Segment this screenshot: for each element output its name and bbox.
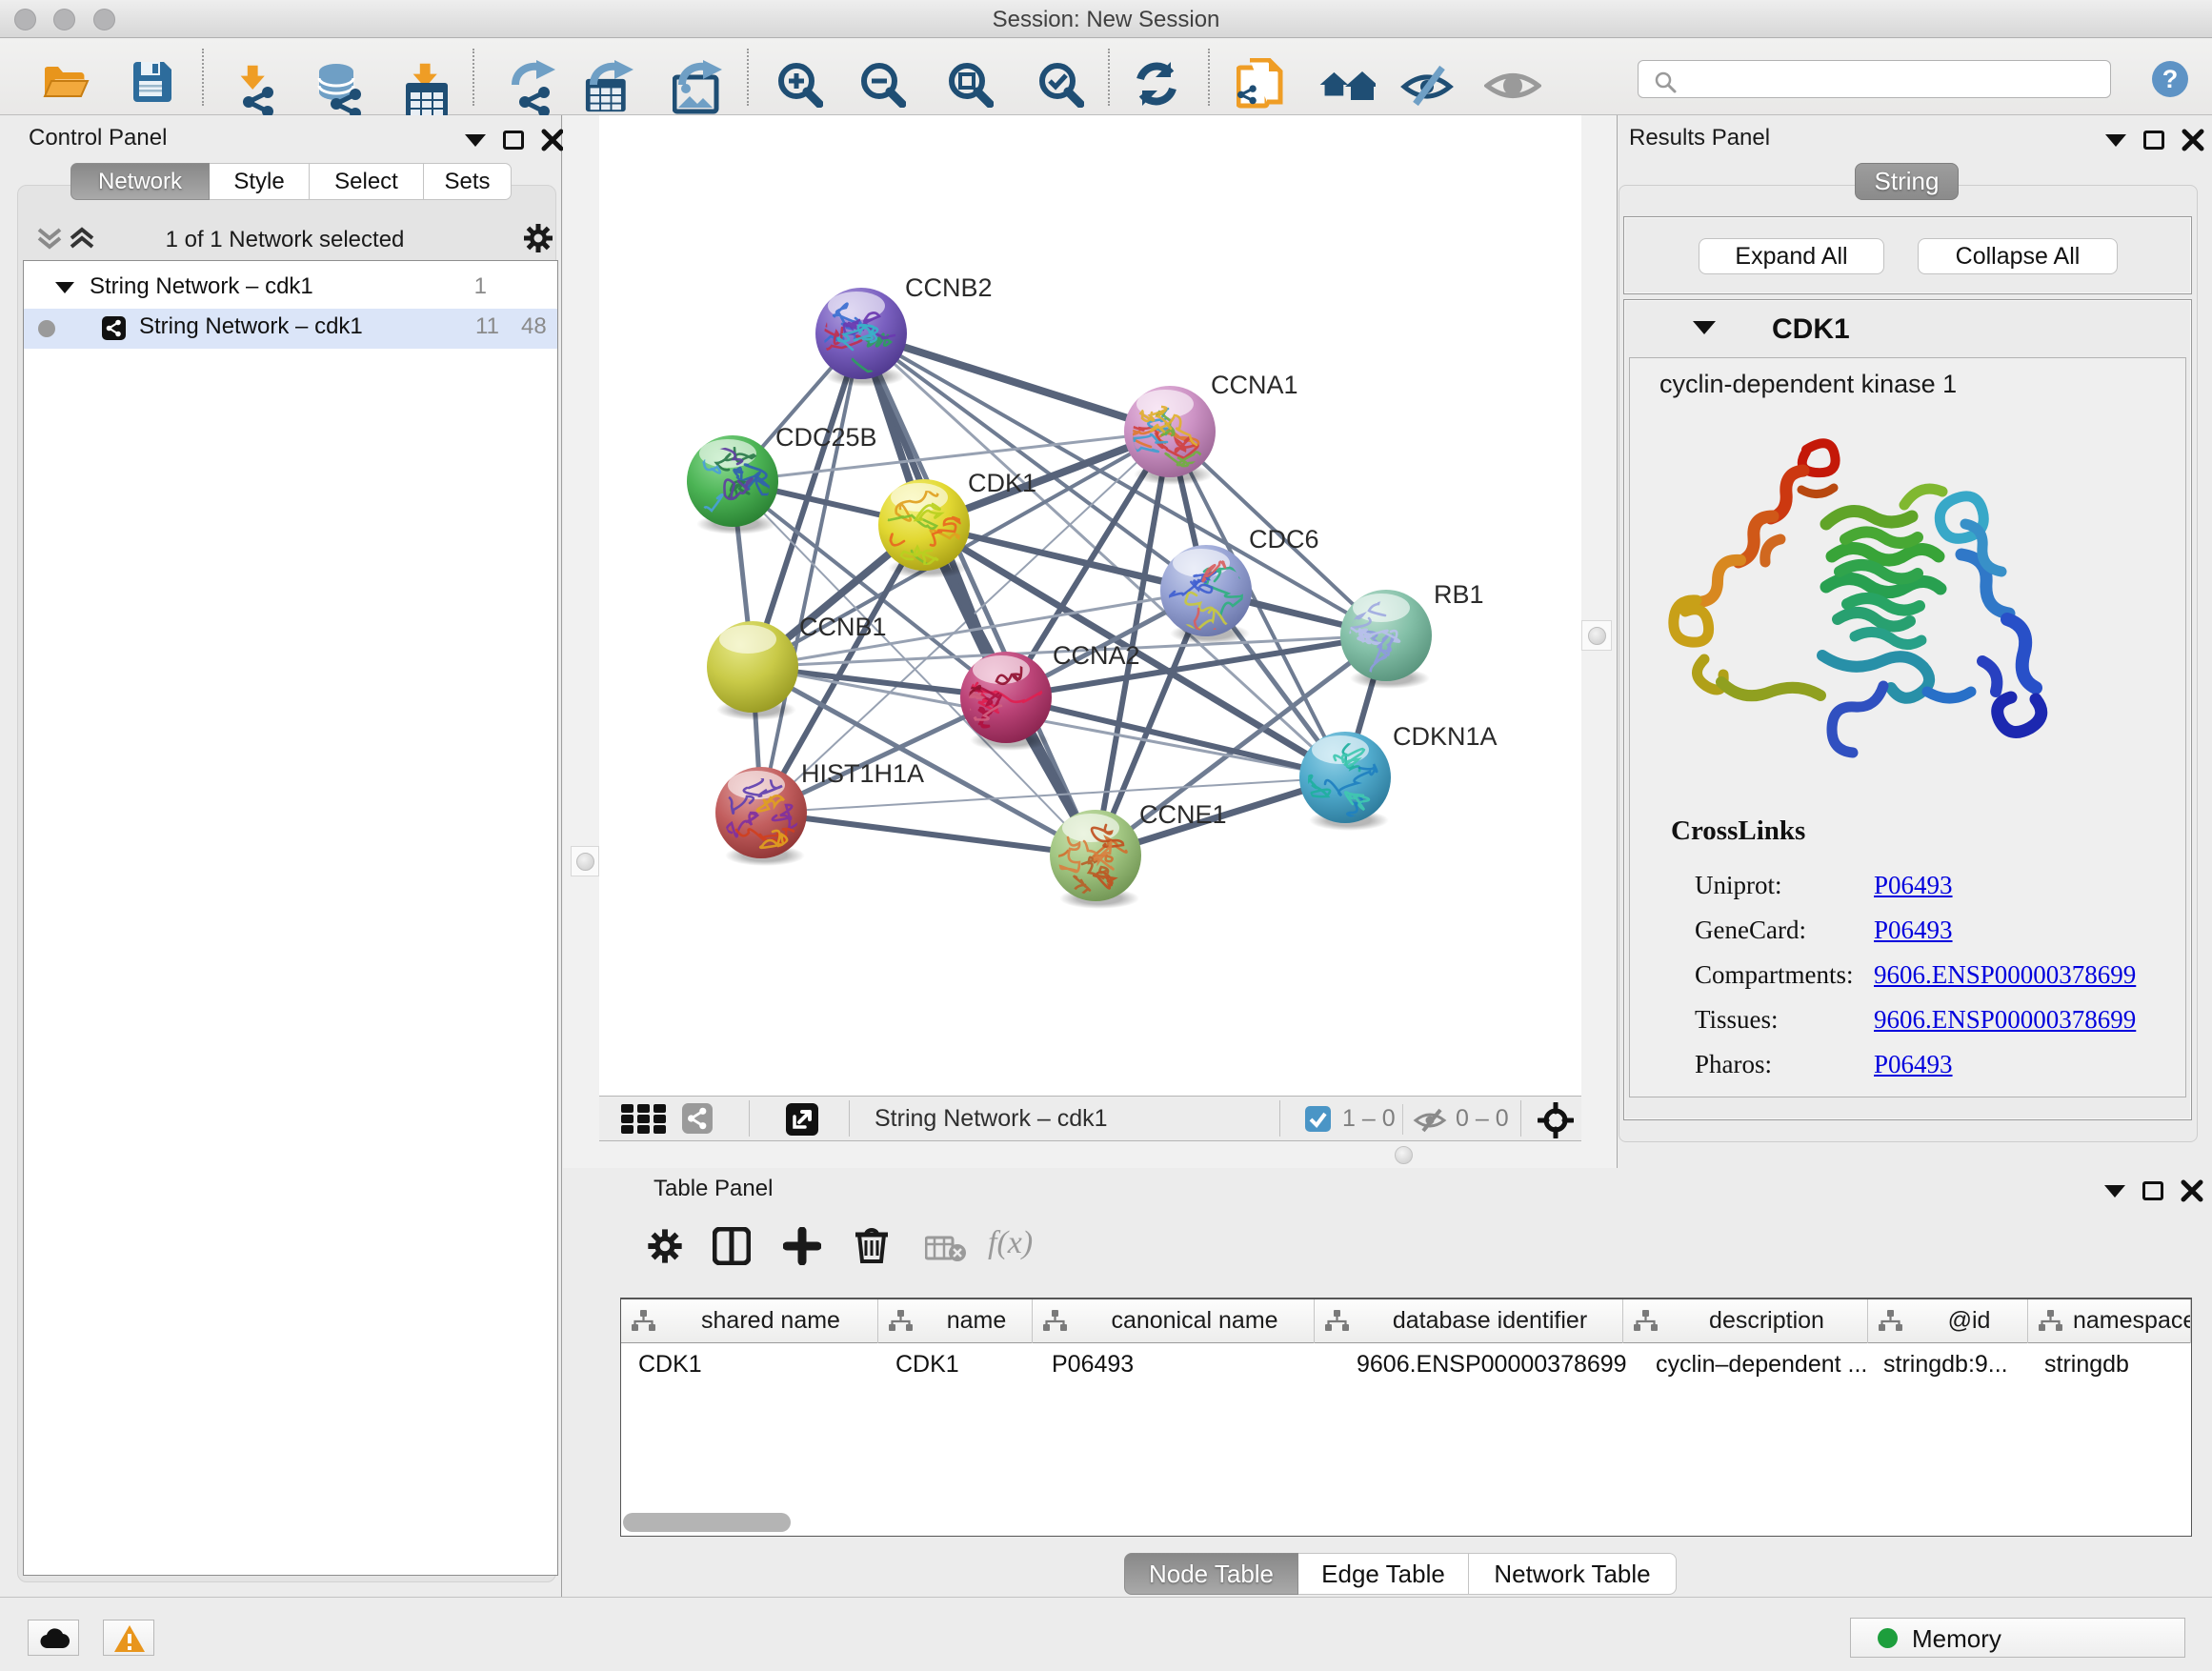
- svg-text:CDC6: CDC6: [1249, 525, 1319, 554]
- svg-text:CDK1: CDK1: [968, 469, 1036, 497]
- svg-text:RB1: RB1: [1434, 580, 1484, 609]
- svg-text:CCNB2: CCNB2: [905, 273, 993, 302]
- svg-text:CDC25B: CDC25B: [775, 423, 877, 452]
- svg-text:CCNB1: CCNB1: [799, 613, 887, 641]
- svg-text:CCNA1: CCNA1: [1211, 371, 1298, 399]
- svg-text:?: ?: [2162, 65, 2179, 93]
- svg-text:CCNE1: CCNE1: [1139, 800, 1227, 829]
- svg-text:HIST1H1A: HIST1H1A: [801, 759, 924, 788]
- svg-text:CCNA2: CCNA2: [1053, 641, 1140, 670]
- svg-text:CDKN1A: CDKN1A: [1393, 722, 1498, 751]
